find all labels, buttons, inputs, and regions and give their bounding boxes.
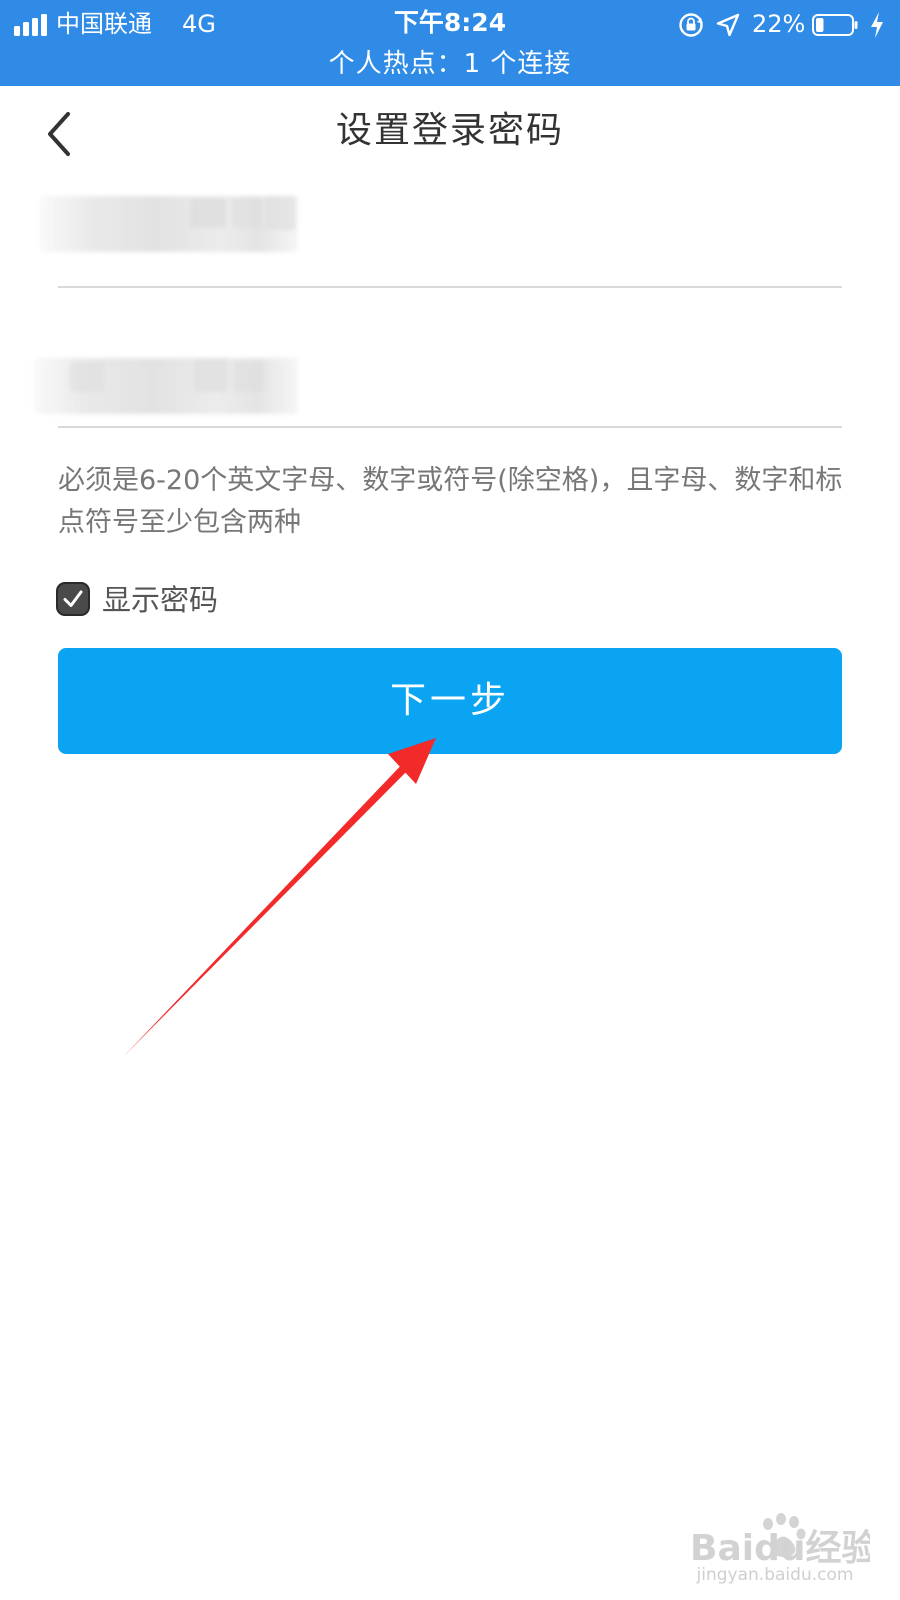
status-row: 中国联通 4G 下午8:24 22% (0, 4, 900, 42)
nav-bar: 设置登录密码 (0, 86, 900, 182)
charging-bolt-icon (871, 12, 883, 38)
redacted-password-blur (40, 196, 298, 252)
page-title: 设置登录密码 (335, 110, 564, 151)
password-field[interactable] (40, 194, 842, 288)
arrow-shaft (124, 758, 414, 1056)
battery-percent: 22% (752, 10, 806, 38)
location-arrow-icon (716, 13, 740, 37)
redacted-confirm-password-blur (34, 358, 298, 414)
baidu-logo-icon: Baidu经验 (690, 1513, 870, 1566)
show-password-label: 显示密码 (102, 583, 219, 617)
hotspot-banner[interactable]: 个人热点：1 个连接 (0, 46, 900, 82)
password-rule-hint: 必须是6-20个英文字母、数字或符号(除空格)，且字母、数字和标点符号至少包含两… (58, 465, 843, 538)
status-bar: 中国联通 4G 下午8:24 22% 个人热点：1 个连接 (0, 0, 900, 86)
next-step-button[interactable]: 下一步 (58, 648, 842, 754)
baidu-jingyan-watermark: Baidu经验 jingyan.baidu.com (690, 1510, 870, 1590)
checkmark-icon (63, 590, 83, 607)
show-password-checkbox[interactable] (56, 582, 90, 616)
watermark-brand: Baidu经验 (690, 1528, 870, 1566)
watermark-url: jingyan.baidu.com (696, 1565, 854, 1585)
battery-icon (812, 14, 858, 36)
rotation-lock-icon (679, 13, 703, 37)
confirm-password-field[interactable] (34, 334, 842, 428)
